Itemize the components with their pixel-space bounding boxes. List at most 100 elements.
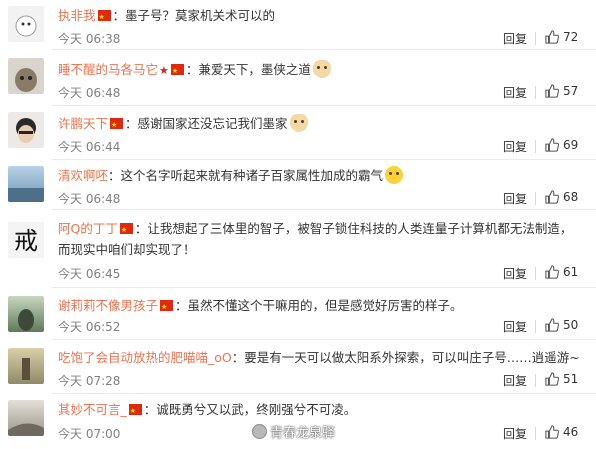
avatar[interactable] <box>8 166 44 202</box>
comment-item: 吃饱了会自动放热的肥喵喵_oO：要是有一天可以做太阳系外探索，可以叫庄子号……逍… <box>0 340 596 394</box>
comment-item: 睡不醒的马各马它★ ：兼爱天下，墨侠之道 今天 06:48 回复 57 <box>0 50 596 106</box>
china-flag-icon <box>128 401 142 421</box>
china-flag-icon <box>170 61 184 81</box>
comment-line: 吃饱了会自动放热的肥喵喵_oO：要是有一天可以做太阳系外探索，可以叫庄子号……逍… <box>58 348 580 368</box>
reply-button[interactable]: 回复 <box>503 190 527 207</box>
comment-text: ：要是有一天可以做太阳系外探索，可以叫庄子号……逍遥游~ <box>231 350 580 365</box>
reply-button[interactable]: 回复 <box>503 372 527 389</box>
comment-text: ：兼爱天下，墨侠之道 <box>185 62 311 77</box>
like-count: 50 <box>563 318 579 332</box>
like-button[interactable]: 69 <box>545 138 578 152</box>
username[interactable]: 吃饱了会自动放热的肥喵喵_oO <box>58 350 232 365</box>
weibo-logo-icon <box>252 424 267 439</box>
like-button[interactable]: 68 <box>545 190 578 204</box>
comment-text: ：让我想起了三体里的智子，被智子锁住科技的人类连量子计算机都无法制造，而现实中咱… <box>58 221 573 257</box>
comment-item: 谢莉莉不像男孩子 ：虽然不懂这个干嘛用的，但是感觉好厉害的样子。 今天 06:52… <box>0 288 596 340</box>
avatar[interactable] <box>8 112 44 148</box>
like-button[interactable]: 72 <box>545 30 578 44</box>
comment-item: 执非我 ：墨子号？莫家机关术可以的 今天 06:38 回复 72 <box>0 0 596 50</box>
divider <box>535 320 536 333</box>
divider <box>535 140 536 153</box>
watermark-text: 青春龙泉驿 <box>270 426 336 441</box>
like-button[interactable]: 50 <box>545 318 578 332</box>
username[interactable]: 其妙不可言_ <box>58 402 127 417</box>
comment-text: ：感谢国家还没忘记我们墨家 <box>125 116 288 131</box>
comment-item: 许鹏天下 ：感谢国家还没忘记我们墨家 今天 06:44 回复 69 <box>0 106 596 160</box>
divider <box>535 192 536 205</box>
comment-text: ：这个名字听起来就有种诸子百家属性加成的霸气 <box>108 168 384 183</box>
thumbs-up-icon <box>545 84 559 98</box>
reply-button[interactable]: 回复 <box>503 318 527 335</box>
star-badge-icon: ★ <box>159 64 169 77</box>
reply-button[interactable]: 回复 <box>503 30 527 47</box>
comment-line: 睡不醒的马各马它★ ：兼爱天下，墨侠之道 <box>58 60 576 81</box>
china-flag-icon <box>110 115 124 135</box>
comment-text: ：墨子号？莫家机关术可以的 <box>112 8 276 23</box>
comment-line: 许鹏天下 ：感谢国家还没忘记我们墨家 <box>58 114 576 135</box>
username[interactable]: 许鹏天下 <box>58 116 108 131</box>
reply-button[interactable]: 回复 <box>503 265 527 282</box>
thumbs-up-icon <box>545 138 559 152</box>
comment-line: 清欢啊呸：这个名字听起来就有种诸子百家属性加成的霸气 <box>58 166 576 186</box>
thumbs-up-icon <box>545 318 559 332</box>
china-flag-icon <box>160 297 174 317</box>
watermark: 青春龙泉驿 <box>252 422 335 441</box>
comment-line: 执非我 ：墨子号？莫家机关术可以的 <box>58 6 576 27</box>
like-count: 61 <box>563 265 579 279</box>
like-count: 46 <box>563 425 579 439</box>
divider <box>535 267 536 280</box>
avatar[interactable] <box>8 348 44 384</box>
comment-line: 其妙不可言_ ：诚既勇兮又以武，终刚强兮不可凌。 <box>58 400 576 421</box>
username[interactable]: 阿Q的丁丁 <box>58 221 118 236</box>
comment-time: 今天 06:44 <box>58 140 121 154</box>
comment-line: 阿Q的丁丁：让我想起了三体里的智子，被智子锁住科技的人类连量子计算机都无法制造，… <box>58 218 578 260</box>
comment-time: 今天 06:38 <box>58 32 121 46</box>
like-button[interactable]: 57 <box>545 84 578 98</box>
reply-button[interactable]: 回复 <box>503 425 527 442</box>
divider <box>535 32 536 45</box>
china-flag-icon <box>119 220 133 241</box>
like-button[interactable]: 61 <box>545 265 578 279</box>
like-count: 69 <box>563 138 579 152</box>
username[interactable]: 谢莉莉不像男孩子 <box>58 298 158 313</box>
comment-time: 今天 06:48 <box>58 192 121 206</box>
like-count: 51 <box>563 372 579 386</box>
like-count: 57 <box>563 84 579 98</box>
avatar[interactable] <box>8 58 44 94</box>
thumbs-up-icon <box>545 30 559 44</box>
comment-text: ：虽然不懂这个干嘛用的，但是感觉好厉害的样子。 <box>175 298 463 313</box>
comment-time: 今天 07:00 <box>58 427 121 441</box>
dog-emoji-icon <box>312 60 331 78</box>
avatar[interactable] <box>8 400 44 436</box>
like-count: 72 <box>563 30 579 44</box>
like-button[interactable]: 46 <box>545 425 578 439</box>
username[interactable]: 睡不醒的马各马它 <box>58 62 158 77</box>
avatar[interactable]: 戒 <box>8 222 44 258</box>
dog-emoji-icon <box>289 114 308 132</box>
comment-text: ：诚既勇兮又以武，终刚强兮不可凌。 <box>143 402 357 417</box>
svg-text:戒: 戒 <box>14 227 38 255</box>
comment-item: 戒 阿Q的丁丁：让我想起了三体里的智子，被智子锁住科技的人类连量子计算机都无法制… <box>0 210 596 288</box>
china-flag-icon <box>97 7 111 27</box>
comment-time: 今天 06:45 <box>58 267 121 281</box>
divider <box>535 374 536 387</box>
username[interactable]: 清欢啊呸 <box>58 168 108 183</box>
comment-item: 清欢啊呸：这个名字听起来就有种诸子百家属性加成的霸气 今天 06:48 回复 6… <box>0 160 596 210</box>
comment-time: 今天 06:48 <box>58 86 121 100</box>
reply-button[interactable]: 回复 <box>503 138 527 155</box>
comment-time: 今天 07:28 <box>58 374 121 388</box>
laugh-emoji-icon <box>385 166 404 184</box>
avatar[interactable] <box>8 6 44 42</box>
reply-button[interactable]: 回复 <box>503 84 527 101</box>
thumbs-up-icon <box>545 425 559 439</box>
comment-line: 谢莉莉不像男孩子 ：虽然不懂这个干嘛用的，但是感觉好厉害的样子。 <box>58 296 576 317</box>
comment-time: 今天 06:52 <box>58 320 121 334</box>
username[interactable]: 执非我 <box>58 8 96 23</box>
thumbs-up-icon <box>545 190 559 204</box>
avatar[interactable] <box>8 296 44 332</box>
divider <box>535 427 536 440</box>
divider <box>535 86 536 99</box>
thumbs-up-icon <box>545 372 559 386</box>
like-button[interactable]: 51 <box>545 372 578 386</box>
thumbs-up-icon <box>545 265 559 279</box>
